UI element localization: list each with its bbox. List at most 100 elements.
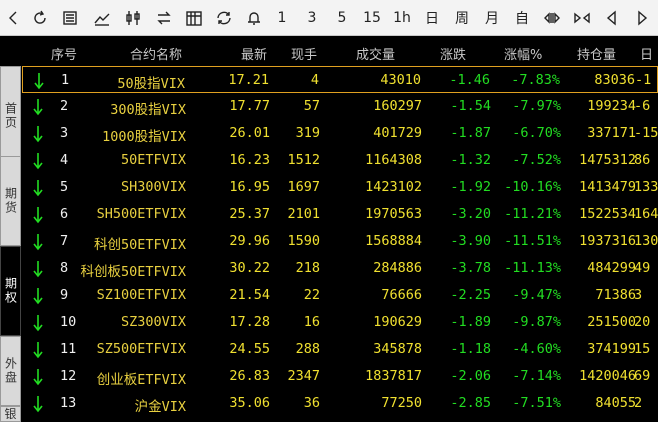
cell-name: 1000股指VIX bbox=[102, 129, 186, 145]
cell-chg: -1.87 bbox=[450, 125, 491, 141]
col-header-change[interactable]: 涨跌 bbox=[440, 44, 466, 63]
cell-pct: -9.87% bbox=[512, 314, 561, 330]
side-tab-foreign[interactable]: 外盘 bbox=[0, 336, 21, 406]
cell-day: 86 bbox=[634, 152, 651, 168]
cell-vol: 190629 bbox=[373, 314, 422, 330]
side-tab-label: 期权 bbox=[3, 277, 18, 305]
quote-table: 序号 合约名称 最新 现手 成交量 涨跌 涨幅% 持仓量 日 1 50股指VIX 1… bbox=[22, 36, 658, 422]
cell-idx: 10 bbox=[60, 314, 77, 330]
cell-idx: 9 bbox=[60, 287, 69, 303]
col-header-change-pct[interactable]: 涨幅% bbox=[504, 44, 542, 63]
table-row[interactable]: 5 SH300VIX 16.95 1697 1423102 -1.92 -10.16% 141… bbox=[22, 174, 658, 201]
cell-name: 科创50ETFVIX bbox=[93, 237, 186, 253]
table-row[interactable]: 2 300股指VIX 17.77 57 160297 -1.54 -7.97% 199234-… bbox=[22, 93, 658, 120]
table-row[interactable]: 6 SH500ETFVIX 25.37 2101 1970563 -3.20 -11.21%… bbox=[22, 201, 658, 228]
down-arrow-icon bbox=[33, 261, 43, 278]
transfer-icon[interactable] bbox=[152, 6, 176, 30]
col-header-index[interactable]: 序号 bbox=[51, 44, 77, 63]
cell-oi: 1475312 bbox=[579, 152, 636, 168]
cell-chg: -2.06 bbox=[450, 368, 491, 384]
down-arrow-icon bbox=[33, 180, 43, 197]
cell-chg: -2.25 bbox=[450, 287, 491, 303]
cell-chg: -1.46 bbox=[449, 72, 490, 88]
collapse-horizontal-icon[interactable] bbox=[570, 6, 594, 30]
cell-oi: 1413479 bbox=[579, 179, 636, 195]
cell-pct: -7.51% bbox=[512, 395, 561, 411]
col-header-open-interest[interactable]: 持仓量 bbox=[577, 44, 616, 63]
table-row[interactable]: 11 SZ500ETFVIX 24.55 288 345878 -1.18 -4.60% 37… bbox=[22, 336, 658, 363]
cell-day: 49 bbox=[634, 260, 651, 276]
period-1h[interactable]: 1h bbox=[390, 6, 414, 30]
table-row[interactable]: 10 SZ300VIX 17.28 16 190629 -1.89 -9.87% 251500… bbox=[22, 309, 658, 336]
cell-last: 25.37 bbox=[229, 206, 270, 222]
cell-last: 30.22 bbox=[229, 260, 270, 276]
cell-last: 26.01 bbox=[229, 125, 270, 141]
col-header-last[interactable]: 最新 bbox=[241, 44, 267, 63]
cell-oi: 84055 bbox=[595, 395, 636, 411]
cell-pct: -10.16% bbox=[504, 179, 561, 195]
period-1min[interactable]: 1 bbox=[270, 6, 294, 30]
table-row[interactable]: 7 科创50ETFVIX 29.96 1590 1568884 -3.90 -11.51% 1… bbox=[22, 228, 658, 255]
cell-name: SZ100ETFVIX bbox=[96, 287, 186, 303]
period-week[interactable]: 周 bbox=[450, 6, 474, 30]
side-tab-silver[interactable]: 银 bbox=[0, 406, 21, 422]
period-3min[interactable]: 3 bbox=[300, 6, 324, 30]
back-icon[interactable] bbox=[2, 6, 26, 30]
arrow-left-icon[interactable] bbox=[600, 6, 624, 30]
refresh-icon[interactable] bbox=[28, 6, 52, 30]
cell-vol: 1837817 bbox=[365, 368, 422, 384]
cell-oi: 1937316 bbox=[579, 233, 636, 249]
cell-hand: 36 bbox=[303, 395, 320, 411]
col-header-hand[interactable]: 现手 bbox=[291, 44, 317, 63]
cell-day: 133 bbox=[634, 179, 658, 195]
cell-chg: -2.85 bbox=[450, 395, 491, 411]
cell-day: 69 bbox=[634, 368, 651, 384]
cell-idx: 8 bbox=[60, 260, 69, 276]
cell-day: 164 bbox=[634, 206, 658, 222]
period-15min[interactable]: 15 bbox=[360, 6, 384, 30]
table-row[interactable]: 4 50ETFVIX 16.23 1512 1164308 -1.32 -7.52% 1475… bbox=[22, 147, 658, 174]
cell-day: 15 bbox=[634, 341, 651, 357]
table-row[interactable]: 13 沪金VIX 35.06 36 77250 -2.85 -7.51% 84055 2 bbox=[22, 390, 658, 417]
col-header-day[interactable]: 日 bbox=[640, 44, 653, 63]
cell-pct: -7.52% bbox=[512, 152, 561, 168]
side-tab-options[interactable]: 期权 bbox=[0, 246, 21, 336]
line-chart-icon[interactable] bbox=[90, 6, 114, 30]
col-header-name[interactable]: 合约名称 bbox=[130, 44, 182, 63]
cell-chg: -3.78 bbox=[450, 260, 491, 276]
cell-idx: 2 bbox=[60, 98, 69, 114]
cell-name: 50股指VIX bbox=[117, 76, 185, 92]
cell-pct: -11.21% bbox=[504, 206, 561, 222]
table-row[interactable]: 12 创业板ETFVIX 26.83 2347 1837817 -2.06 -7.14% 14… bbox=[22, 363, 658, 390]
bell-icon[interactable] bbox=[242, 6, 266, 30]
table-row[interactable]: 9 SZ100ETFVIX 21.54 22 76666 -2.25 -9.47% 71386… bbox=[22, 282, 658, 309]
arrow-right-icon[interactable] bbox=[630, 6, 654, 30]
side-tab-home[interactable]: 首页 bbox=[0, 66, 21, 166]
period-day[interactable]: 日 bbox=[420, 6, 444, 30]
down-arrow-icon bbox=[33, 288, 43, 305]
cell-pct: -11.51% bbox=[504, 233, 561, 249]
down-arrow-icon bbox=[34, 73, 44, 90]
calendar-grid-icon[interactable] bbox=[182, 6, 206, 30]
cell-day: -6 bbox=[634, 98, 651, 114]
table-row[interactable]: 8 科创板50ETFVIX 30.22 218 284886 -3.78 -11.13% 48… bbox=[22, 255, 658, 282]
expand-horizontal-icon[interactable] bbox=[540, 6, 564, 30]
cell-chg: -1.32 bbox=[450, 152, 491, 168]
table-row[interactable]: 1 50股指VIX 17.21 4 43010 -1.46 -7.83% 83036 -1 bbox=[22, 66, 658, 93]
cell-vol: 284886 bbox=[373, 260, 422, 276]
period-5min[interactable]: 5 bbox=[330, 6, 354, 30]
cell-hand: 57 bbox=[303, 98, 320, 114]
toolbar: 1 3 5 15 1h 日 周 月 自 bbox=[0, 0, 658, 36]
col-header-volume[interactable]: 成交量 bbox=[356, 44, 395, 63]
list-icon[interactable] bbox=[58, 6, 82, 30]
candlestick-icon[interactable] bbox=[121, 6, 145, 30]
sync-icon[interactable] bbox=[212, 6, 236, 30]
period-month[interactable]: 月 bbox=[480, 6, 504, 30]
side-tab-futures[interactable]: 期货 bbox=[0, 156, 21, 246]
cell-hand: 4 bbox=[310, 72, 319, 88]
period-custom[interactable]: 自 bbox=[510, 6, 534, 30]
cell-name: SH500ETFVIX bbox=[96, 206, 186, 222]
cell-last: 29.96 bbox=[229, 233, 270, 249]
table-row[interactable]: 3 1000股指VIX 26.01 319 401729 -1.87 -6.70% 33717… bbox=[22, 120, 658, 147]
down-arrow-icon bbox=[33, 315, 43, 332]
